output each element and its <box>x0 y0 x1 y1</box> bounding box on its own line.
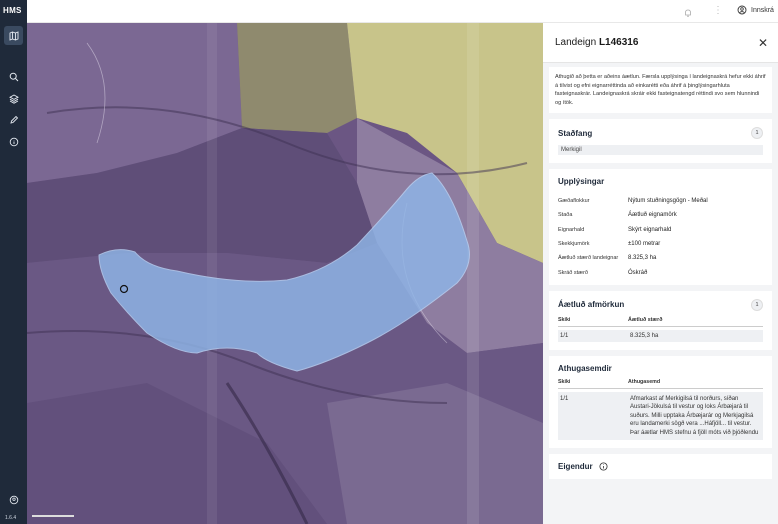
info-icon[interactable] <box>599 462 608 471</box>
info-card: Upplýsingar Gæðaflokkur Nýtum stuðningsgö… <box>549 169 772 285</box>
user-circle-icon <box>737 5 747 15</box>
address-count-badge: 1 <box>751 127 763 139</box>
pencil-icon <box>9 115 18 124</box>
info-row: Skekkjumörk ±100 metrar <box>558 241 661 248</box>
search-button[interactable] <box>4 67 23 86</box>
info-row: Eignarhald Skýrt eignarhald <box>558 226 672 233</box>
panel-title: Landeign L146316 <box>555 37 638 48</box>
title-id: L146316 <box>598 37 639 48</box>
table-row: 1/1 8.325,3 ha <box>558 329 763 342</box>
info-row: Skráð stærð Óskráð <box>558 269 648 276</box>
map-canvas[interactable] <box>27 23 543 524</box>
notes-card: Athugasemdir Skiki Athugasemd 1/1 Afmarkas… <box>549 355 772 449</box>
bounds-count-badge: 1 <box>751 298 763 311</box>
account-button[interactable] <box>4 490 23 509</box>
login-button[interactable]: Innskrá <box>737 5 774 15</box>
more-menu-icon[interactable]: ⋮ <box>713 5 723 16</box>
app-version: 1.6.4 <box>5 515 17 521</box>
disclaimer-text: Athugið að þetta er aðeins áætlun. Færsl… <box>549 67 772 113</box>
bell-icon <box>685 9 691 17</box>
bounds-table-header: Skiki Áætluð stærð <box>558 317 763 327</box>
notes-title: Athugasemdir <box>558 363 612 373</box>
owners-title: Eigendur <box>558 462 593 472</box>
address-title: Staðfang <box>558 128 593 138</box>
side-rail: HMS 1.6.4 <box>0 0 27 524</box>
owners-card: Eigendur <box>549 454 772 480</box>
info-row: Staða Áætluð eignamörk <box>558 212 677 219</box>
property-panel: Landeign L146316 ✕ Athugið að þetta er a… <box>543 23 778 524</box>
map-icon <box>9 30 18 41</box>
scale-bar <box>32 515 74 517</box>
draw-button[interactable] <box>4 110 23 129</box>
info-button[interactable] <box>4 132 23 151</box>
user-icon <box>9 495 18 504</box>
address-value: Merkigil <box>558 145 763 155</box>
info-title: Upplýsingar <box>558 177 605 186</box>
bounds-card: Áætluð afmörkun 1 Skiki Áætluð stærð 1/1 8… <box>549 290 772 350</box>
login-label: Innskrá <box>751 6 774 14</box>
layers-icon <box>8 93 19 104</box>
notes-table-header: Skiki Athugasemd <box>558 379 763 389</box>
search-icon <box>9 72 18 81</box>
title-prefix: Landeign <box>555 37 597 48</box>
panel-header: Landeign L146316 ✕ <box>543 23 778 63</box>
map-layers-button[interactable] <box>4 26 23 45</box>
info-row: Gæðaflokkur Nýtum stuðningsgögn - Meðal <box>558 198 708 205</box>
app-logo[interactable]: HMS <box>3 6 22 15</box>
notifications-button[interactable] <box>683 5 693 23</box>
info-icon <box>9 137 18 146</box>
terrain-layer <box>27 23 543 524</box>
bounds-title: Áætluð afmörkun <box>558 300 625 310</box>
address-card: Staðfang 1 Merkigil <box>549 119 772 163</box>
layers-button[interactable] <box>4 89 23 108</box>
top-bar: ⋮ Innskrá <box>27 0 778 23</box>
info-row: Áætluð stærð landeignar 8.325,3 ha <box>558 255 657 262</box>
table-row: 1/1 Afmarkast af Merkigilsá til norðurs, … <box>558 391 763 441</box>
close-icon[interactable]: ✕ <box>758 36 768 50</box>
